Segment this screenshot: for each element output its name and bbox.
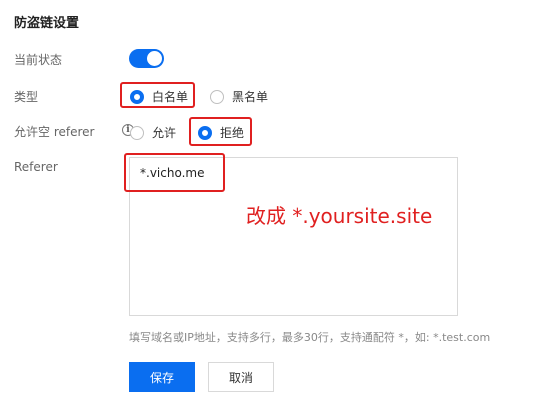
annotation-text: 改成 *.yoursite.site [246,204,433,228]
radio-label: 拒绝 [220,126,245,140]
allow-empty-referer-label: 允许空 referer [14,125,95,139]
radio-deny[interactable]: 拒绝 [198,124,244,141]
cancel-button[interactable]: 取消 [208,362,274,392]
radio-label: 黑名单 [232,90,269,104]
status-toggle[interactable] [129,49,164,68]
status-label: 当前状态 [14,53,63,67]
page-title: 防盗链设置 [14,16,80,31]
type-label: 类型 [14,90,39,104]
radio-blacklist[interactable]: 黑名单 [210,88,268,105]
radio-whitelist[interactable]: 白名单 [130,88,188,105]
radio-label: 允许 [152,126,177,140]
save-button[interactable]: 保存 [129,362,195,392]
radio-dot [210,89,224,104]
highlight-box-referer [124,153,225,192]
radio-dot [130,125,144,140]
radio-dot [198,125,212,140]
radio-allow[interactable]: 允许 [130,124,176,141]
radio-label: 白名单 [152,90,189,104]
toggle-knob [147,51,162,66]
radio-dot [130,89,144,104]
referer-label: Referer [14,160,58,174]
referer-hint: 填写域名或IP地址，支持多行，最多30行，支持通配符 *，如: *.test.c… [129,331,491,344]
